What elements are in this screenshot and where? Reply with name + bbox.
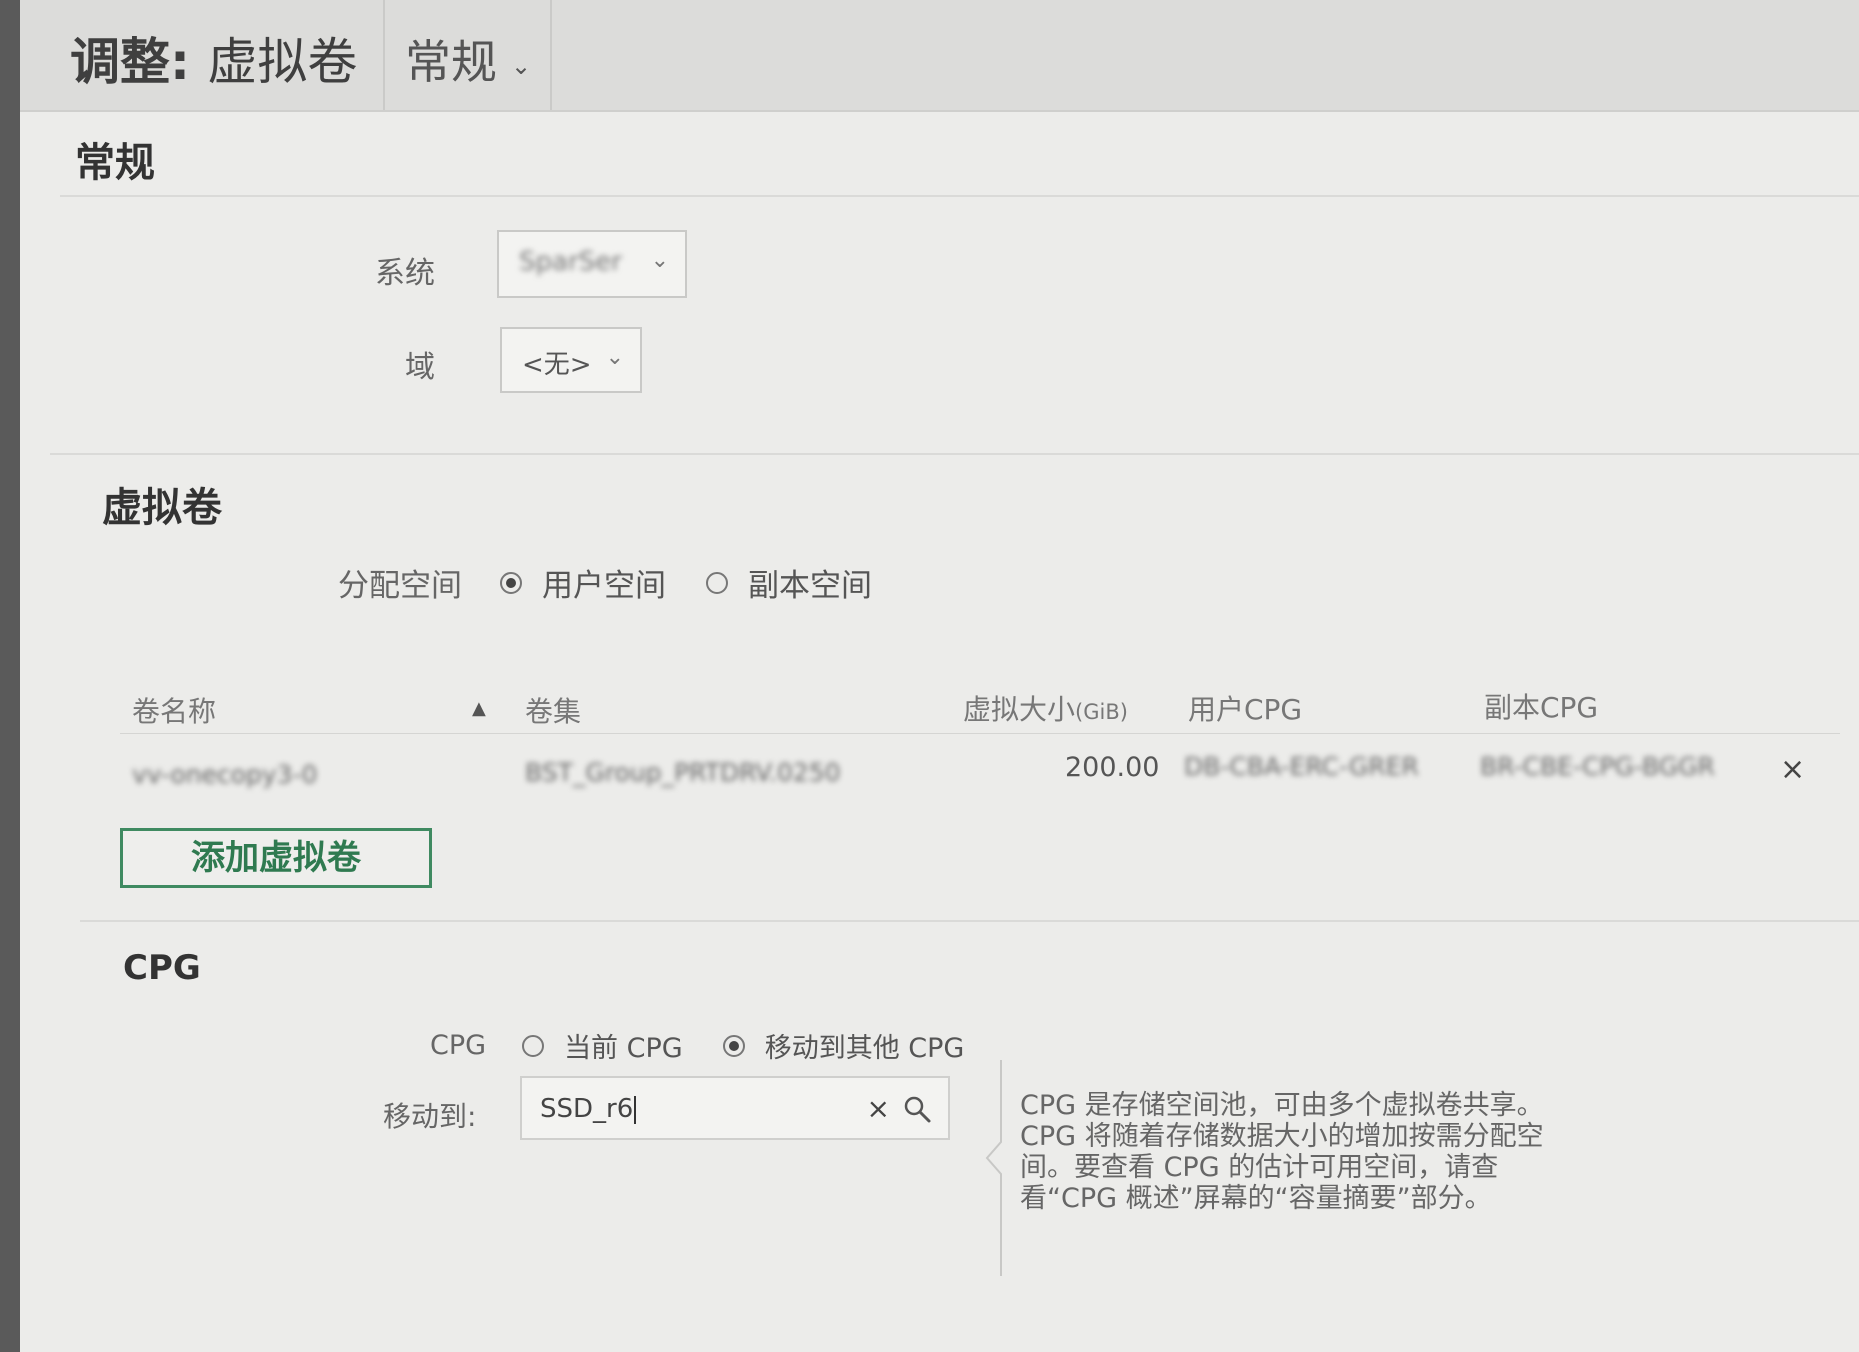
section-divider [50, 453, 1859, 455]
cell-copy-cpg: BR-CBE-CPG-BGGR [1480, 752, 1715, 781]
system-select-value: SparSer [519, 247, 622, 277]
column-header-volume-name[interactable]: 卷名称 [132, 690, 216, 730]
domain-select-value: <无> [522, 350, 592, 380]
radio-copy-space[interactable] [706, 571, 728, 594]
page-title-object: 虚拟卷 [207, 33, 358, 91]
general-section-title: 常规 [75, 140, 155, 186]
column-header-volume-set[interactable]: 卷集 [525, 690, 581, 730]
view-select[interactable]: 常规 ⌄ [405, 26, 531, 92]
view-select-value: 常规 [405, 35, 497, 89]
search-icon[interactable] [902, 1094, 932, 1124]
adjust-virtual-volume-page: 调整: 虚拟卷 常规 ⌄ 常规 系统 SparSer ⌄ 域 <无> ⌄ 虚拟卷 … [20, 0, 1859, 1352]
section-divider [80, 920, 1859, 922]
sort-ascending-icon[interactable]: ▲ [472, 698, 486, 719]
system-label: 系统 [375, 256, 435, 291]
section-divider [60, 195, 1859, 197]
radio-copy-space-label[interactable]: 副本空间 [748, 560, 872, 605]
cell-volume-set: BST_Group_PRTDRV.0250 [525, 758, 841, 787]
clear-icon[interactable]: × [867, 1092, 890, 1125]
cpg-option-row: CPG 当前 CPG 移动到其他 CPG [430, 1026, 964, 1065]
page-title-prefix: 调整: [70, 33, 190, 91]
chevron-down-icon: ⌄ [605, 345, 624, 370]
radio-current-cpg[interactable] [522, 1034, 545, 1057]
radio-user-space-label[interactable]: 用户空间 [542, 560, 666, 605]
radio-user-space[interactable] [500, 571, 522, 594]
allocate-space-label: 分配空间 [338, 568, 462, 604]
page-header: 调整: 虚拟卷 常规 ⌄ [20, 0, 1859, 112]
header-separator [550, 0, 552, 110]
domain-label: 域 [405, 350, 435, 385]
virtual-volumes-section-title: 虚拟卷 [102, 485, 222, 531]
remove-row-icon[interactable]: × [1780, 752, 1805, 787]
cpg-section-title: CPG [123, 948, 201, 988]
column-header-copy-cpg[interactable]: 副本CPG [1484, 686, 1598, 726]
add-virtual-volume-button[interactable]: 添加虚拟卷 [120, 828, 432, 888]
text-caret [634, 1095, 637, 1124]
radio-move-other-cpg[interactable] [722, 1034, 745, 1057]
cpg-label: CPG [430, 1030, 487, 1061]
cell-volume-name: vv-onecopy3-0 [132, 760, 318, 789]
header-separator [383, 0, 385, 110]
help-callout-bracket [985, 1060, 1002, 1276]
radio-current-cpg-label[interactable]: 当前 CPG [564, 1026, 683, 1065]
domain-select[interactable]: <无> ⌄ [500, 327, 642, 393]
table-divider [120, 733, 1840, 734]
chevron-down-icon: ⌄ [511, 51, 532, 80]
move-to-label: 移动到: [383, 1100, 477, 1133]
move-to-input-value: SSD_r6 [540, 1094, 634, 1124]
page-title: 调整: 虚拟卷 [70, 22, 357, 94]
allocate-space-row: 分配空间 用户空间 副本空间 [338, 560, 872, 605]
chevron-down-icon: ⌄ [650, 248, 669, 273]
system-select[interactable]: SparSer ⌄ [497, 230, 687, 298]
column-header-virtual-size[interactable]: 虚拟大小(GiB) [963, 688, 1128, 728]
cpg-help-text: CPG 是存储空间池，可由多个虚拟卷共享。CPG 将随着存储数据大小的增加按需分… [1020, 1090, 1544, 1214]
radio-move-other-cpg-label[interactable]: 移动到其他 CPG [765, 1026, 965, 1065]
column-header-user-cpg[interactable]: 用户CPG [1188, 688, 1302, 728]
move-to-input[interactable]: SSD_r6 × [520, 1076, 950, 1140]
cell-virtual-size: 200.00 [1065, 752, 1160, 783]
cell-user-cpg: DB-CBA-ERC-GRER [1184, 752, 1419, 781]
